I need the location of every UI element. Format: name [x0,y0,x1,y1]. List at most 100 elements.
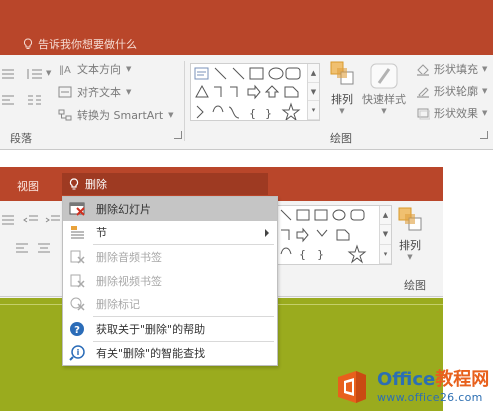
arrange-icon [398,207,422,231]
menu-item-smart-lookup[interactable]: i 有关"删除"的智能查找 [63,342,277,366]
align-left-icon[interactable] [14,241,32,255]
menu-item-label: 删除音频书签 [96,250,162,264]
menu-item-section[interactable]: 节 [63,221,277,245]
align-left-icon[interactable] [0,93,18,107]
gallery-more-button[interactable]: ▾ [308,101,319,120]
arrange-caret: ▼ [407,253,413,261]
align-center-icon[interactable] [36,241,54,255]
align-text-icon [58,86,72,98]
top-title-bar: 告诉我你想要做什么 [0,0,493,55]
bullets-icon[interactable] [0,67,18,81]
shape-fill-button[interactable]: 形状填充 ▼ [416,61,487,77]
text-direction-label: 文本方向 [77,63,121,76]
menu-item-delete-markup[interactable]: 删除标记 [63,292,277,316]
menu-item-delete-video-bookmark[interactable]: 删除视频书签 [63,269,277,293]
shapes-gallery-partial[interactable]: { } ▲ ▼ ▾ [276,205,392,265]
menu-item-delete-audio-bookmark[interactable]: 删除音频书签 [63,245,277,269]
menu-item-label: 删除幻灯片 [96,202,151,216]
top-ribbon-panel: 告诉我你想要做什么 ▼ ‖A 文本方向 ▼ 对齐文本 ▼ 转换为 SmartAr… [0,0,493,150]
text-direction-caret: ▼ [126,65,132,73]
tab-view[interactable]: 视图 [17,178,39,194]
gallery-down-button[interactable]: ▼ [380,225,391,245]
shapes-gallery-shapes: { } [194,67,301,120]
menu-item-delete-slide[interactable]: 删除幻灯片 [63,197,277,221]
delete-markup-icon [69,296,87,312]
gallery-up-button[interactable]: ▲ [308,64,319,83]
gallery-more-button[interactable]: ▾ [380,245,391,264]
arrange-label: 排列 [399,239,421,252]
lightbulb-icon [23,38,33,49]
arrange-caret: ▼ [339,107,345,115]
gallery-scrollbar[interactable]: ▲ ▼ ▾ [307,64,319,120]
top-ribbon: ▼ ‖A 文本方向 ▼ 对齐文本 ▼ 转换为 SmartArt ▼ 段落 {}… [0,55,493,149]
menu-item-label: 获取关于"删除"的帮助 [96,322,206,336]
arrange-button[interactable]: 排列 ▼ [396,205,424,261]
gallery-scrollbar[interactable]: ▲ ▼ ▾ [379,206,391,264]
align-text-label: 对齐文本 [77,86,121,99]
watermark-url: www.office26.com [377,391,483,404]
group-drawing-label: 绘图 [404,279,426,292]
section-icon [69,224,87,240]
svg-text:}: } [265,107,272,120]
quick-styles-icon [370,63,398,89]
quick-styles-button[interactable]: 快速样式 ▼ [362,61,406,115]
watermark-brand-suffix: 教程网 [435,369,490,390]
line-spacing-caret[interactable]: ▼ [46,69,51,77]
tell-me-text: 告诉我你想要做什么 [38,38,137,51]
paragraph-launcher[interactable] [174,131,182,139]
text-direction-button[interactable]: ‖A 文本方向 ▼ [58,61,131,77]
svg-text:}: } [317,248,324,261]
quick-styles-caret: ▼ [381,107,387,115]
shape-effects-button[interactable]: 形状效果 ▼ [416,105,487,121]
columns-icon[interactable] [26,93,44,107]
shape-fill-caret: ▼ [482,65,488,73]
submenu-arrow-icon [265,228,269,237]
gallery-up-button[interactable]: ▲ [380,206,391,226]
svg-text:‖A: ‖A [59,65,71,75]
shape-fill-label: 形状填充 [434,63,478,76]
menu-item-label: 节 [96,226,107,240]
menu-item-label: 删除视频书签 [96,274,162,288]
shapes-gallery-shapes: { } [280,209,367,264]
indent-decrease-icon[interactable] [22,213,40,227]
drawing-launcher[interactable] [480,131,488,139]
convert-smartart-button[interactable]: 转换为 SmartArt ▼ [58,107,174,123]
gallery-down-button[interactable]: ▼ [308,83,319,102]
delete-bookmark-icon [69,273,87,289]
help-icon: ? [69,321,87,337]
group-paragraph-label: 段落 [10,132,32,145]
watermark-brand: Office [377,369,436,390]
shape-effects-caret: ▼ [482,109,488,117]
convert-smartart-caret: ▼ [168,111,174,119]
office-logo-icon [338,370,366,403]
shape-fill-icon [417,63,429,76]
arrange-label: 排列 [331,93,353,106]
convert-smartart-label: 转换为 SmartArt [77,109,164,122]
shape-outline-label: 形状轮廓 [434,85,478,98]
indent-increase-icon[interactable] [44,213,62,227]
shape-outline-button[interactable]: 形状轮廓 ▼ [416,83,487,99]
shape-outline-caret: ▼ [482,87,488,95]
align-text-caret: ▼ [126,88,132,96]
group-drawing-label: 绘图 [330,132,352,145]
watermark-title: Office教程网 [377,369,489,391]
svg-text:i: i [77,348,80,357]
divider [184,61,185,141]
delete-slide-icon [69,201,87,217]
arrange-icon [330,61,354,85]
menu-item-label: 删除标记 [96,298,140,312]
arrange-button[interactable]: 排列 ▼ [328,59,356,115]
align-text-button[interactable]: 对齐文本 ▼ [58,84,131,100]
tell-me-box[interactable]: 告诉我你想要做什么 [22,36,137,52]
bullets-icon[interactable] [0,213,18,227]
delete-bookmark-icon [69,249,87,265]
line-spacing-icon[interactable] [26,67,44,81]
svg-text:{: { [249,107,256,120]
svg-text:?: ? [74,325,80,336]
search-results-menu: 删除幻灯片 节 删除音频书签 删除视频书签 删除标记 ? 获取关于"删除"的帮助 [62,196,278,366]
menu-item-help[interactable]: ? 获取关于"删除"的帮助 [63,317,277,341]
shapes-gallery[interactable]: { } ▲ ▼ ▾ [190,63,320,121]
search-input[interactable] [85,177,235,191]
tell-me-search-box[interactable] [62,173,268,195]
quick-styles-label: 快速样式 [362,93,406,106]
